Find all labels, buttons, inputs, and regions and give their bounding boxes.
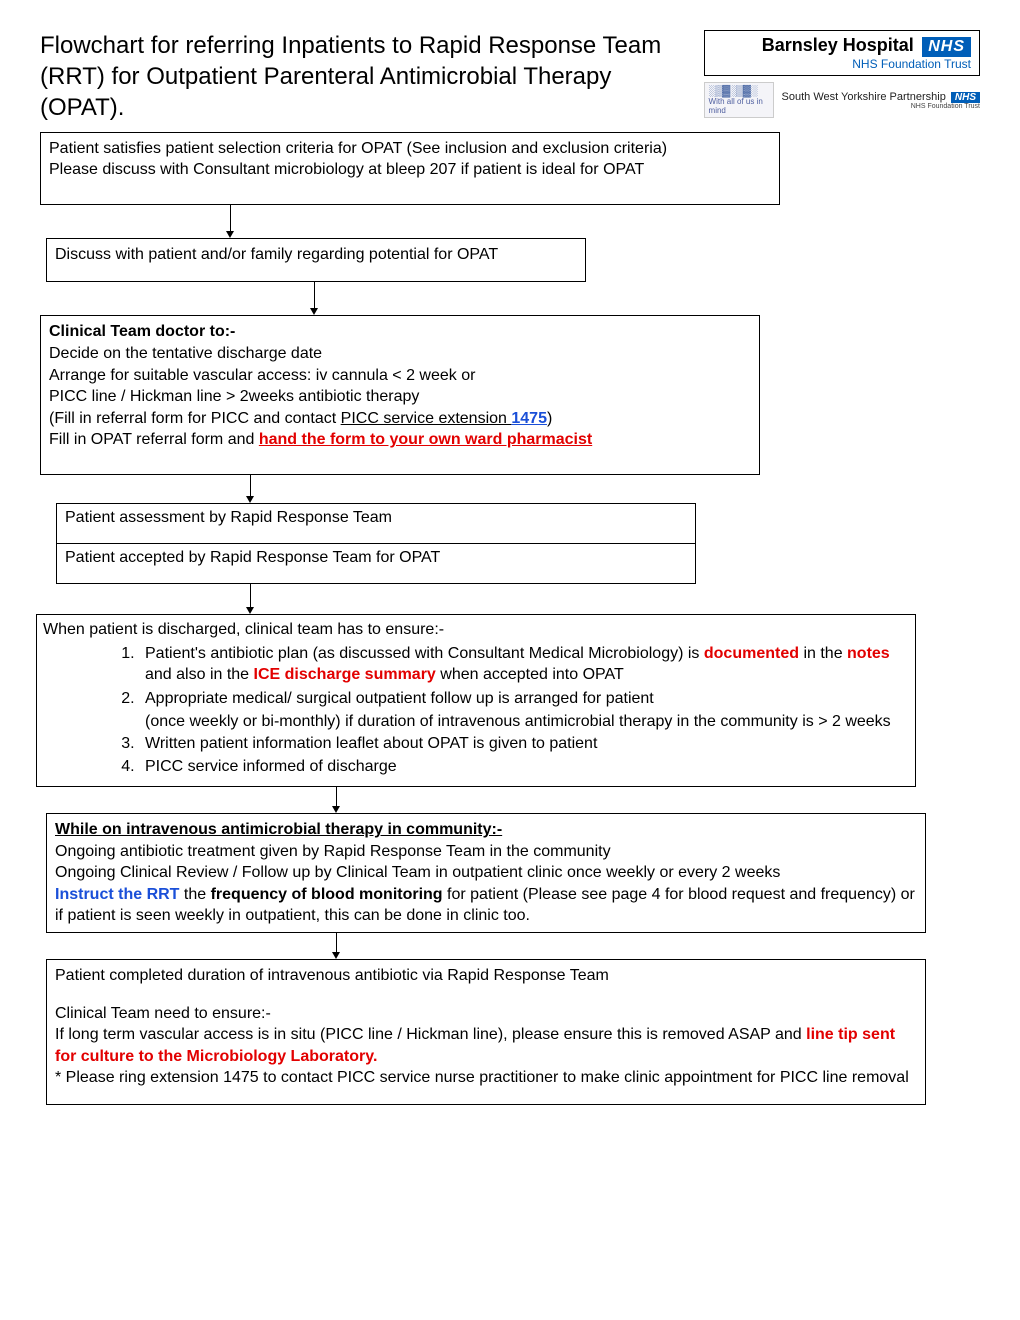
text-heading: While on intravenous antimicrobial thera…	[55, 819, 917, 841]
discharge-list-cont: Written patient information leaflet abou…	[39, 733, 909, 778]
text-line: PICC line / Hickman line > 2weeks antibi…	[49, 386, 751, 408]
text-line: (Fill in referral form for PICC and cont…	[49, 408, 751, 430]
page-title: Flowchart for referring Inpatients to Ra…	[40, 30, 694, 124]
text-line: Instruct the RRT the frequency of blood …	[55, 884, 917, 927]
text-line: If long term vascular access is in situ …	[55, 1024, 917, 1067]
barnsley-logo: Barnsley Hospital NHS NHS Foundation Tru…	[704, 30, 980, 76]
text-line: Patient satisfies patient selection crit…	[49, 138, 771, 160]
swyp-decor: ░▒▓░▒▓░ With all of us in mind	[704, 82, 774, 118]
step-discharge-ensure: When patient is discharged, clinical tea…	[36, 614, 916, 787]
text-heading: Clinical Team doctor to:-	[49, 321, 751, 343]
text-line: Please discuss with Consultant microbiol…	[49, 159, 771, 181]
text-line: Decide on the tentative discharge date	[49, 343, 751, 365]
nhs-badge-icon: NHS	[922, 37, 971, 57]
trust-label: NHS Foundation Trust	[713, 57, 971, 71]
text-line: When patient is discharged, clinical tea…	[39, 619, 909, 641]
text-line: Ongoing antibiotic treatment given by Ra…	[55, 841, 917, 863]
step-community-therapy: While on intravenous antimicrobial thera…	[46, 813, 926, 933]
swyp-text: South West Yorkshire Partnership NHS NHS…	[782, 91, 980, 110]
arrow-icon	[40, 205, 980, 238]
list-item: PICC service informed of discharge	[139, 756, 909, 778]
text-line: Ongoing Clinical Review / Follow up by C…	[55, 862, 917, 884]
text-line: Fill in OPAT referral form and hand the …	[49, 429, 751, 451]
arrow-icon	[40, 933, 980, 959]
text-line: Patient completed duration of intravenou…	[55, 965, 917, 987]
text-line: Patient accepted by Rapid Response Team …	[57, 544, 695, 583]
text-line: * Please ring extension 1475 to contact …	[55, 1067, 917, 1089]
list-item: Written patient information leaflet abou…	[139, 733, 909, 755]
step-clinical-doctor: Clinical Team doctor to:- Decide on the …	[40, 315, 760, 475]
text-line: Discuss with patient and/or family regar…	[55, 246, 498, 263]
text-line: Arrange for suitable vascular access: iv…	[49, 365, 751, 387]
list-item: Appropriate medical/ surgical outpatient…	[139, 688, 909, 710]
nhs-badge-icon: NHS	[951, 92, 980, 103]
swyp-logo: ░▒▓░▒▓░ With all of us in mind South Wes…	[704, 82, 980, 118]
text-line: (once weekly or bi-monthly) if duration …	[139, 711, 909, 733]
step-rrt-assessment: Patient assessment by Rapid Response Tea…	[56, 503, 696, 584]
arrow-icon	[40, 787, 980, 813]
list-item: Patient's antibiotic plan (as discussed …	[139, 643, 909, 686]
arrow-icon	[40, 282, 980, 315]
step-completed: Patient completed duration of intravenou…	[46, 959, 926, 1105]
step-criteria: Patient satisfies patient selection crit…	[40, 132, 780, 205]
text-line: Patient assessment by Rapid Response Tea…	[57, 504, 695, 544]
arrow-icon	[40, 475, 980, 503]
discharge-list: Patient's antibiotic plan (as discussed …	[39, 643, 909, 710]
text-line: Clinical Team need to ensure:-	[55, 1003, 917, 1025]
arrow-icon	[40, 584, 980, 614]
hospital-name: Barnsley Hospital	[762, 35, 914, 55]
step-discuss: Discuss with patient and/or family regar…	[46, 238, 586, 283]
logo-column: Barnsley Hospital NHS NHS Foundation Tru…	[704, 30, 980, 118]
